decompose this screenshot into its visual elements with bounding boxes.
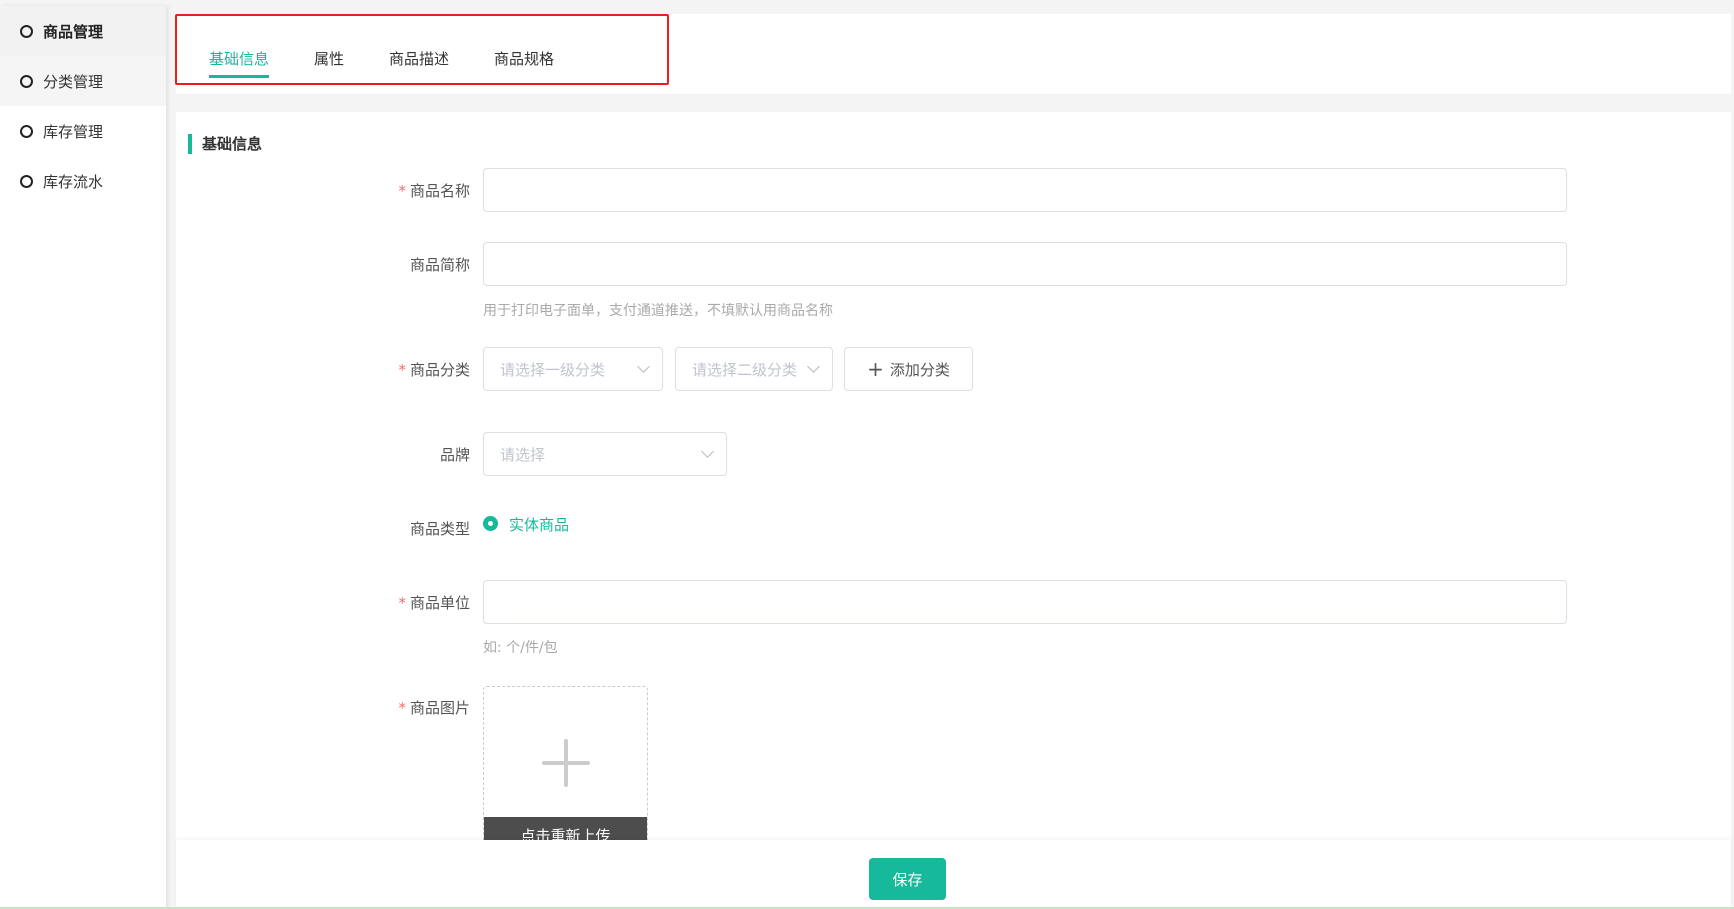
- circle-icon: [20, 174, 33, 188]
- category-level1-select[interactable]: 请选择一级分类: [483, 347, 663, 391]
- add-category-button[interactable]: + 添加分类: [844, 347, 973, 391]
- plus-icon: +: [867, 357, 884, 381]
- radio-physical-product[interactable]: [483, 516, 498, 531]
- category-label: * 商品分类: [398, 361, 470, 379]
- section-title: 基础信息: [188, 134, 262, 154]
- chevron-down-icon: [807, 360, 820, 373]
- form-card: [176, 112, 1731, 909]
- unit-hint: 如: 个/件/包: [483, 640, 558, 656]
- brand-select[interactable]: 请选择: [483, 432, 727, 476]
- radio-physical-product-label[interactable]: 实体商品: [509, 514, 569, 535]
- circle-icon: [20, 124, 33, 138]
- unit-label: * 商品单位: [398, 594, 470, 612]
- save-button[interactable]: 保存: [869, 858, 946, 900]
- short-name-hint: 用于打印电子面单，支付通道推送，不填默认用商品名称: [483, 303, 833, 319]
- circle-icon: [20, 74, 33, 88]
- image-label: * 商品图片: [398, 699, 470, 717]
- category-level2-select[interactable]: 请选择二级分类: [675, 347, 833, 391]
- name-label: * 商品名称: [398, 182, 470, 200]
- tab-specs[interactable]: 商品规格: [494, 48, 554, 69]
- short-name-label: 商品简称: [409, 256, 470, 274]
- tab-basic-info[interactable]: 基础信息: [209, 48, 270, 78]
- type-label: 商品类型: [409, 520, 470, 538]
- chevron-down-icon: [637, 360, 650, 373]
- chevron-down-icon: [701, 445, 714, 458]
- short-name-input[interactable]: [483, 242, 1567, 286]
- brand-label: 品牌: [439, 446, 470, 464]
- sidebar-item-category-management[interactable]: 分类管理: [0, 56, 166, 106]
- name-input[interactable]: [483, 168, 1567, 212]
- image-upload[interactable]: 点击重新上传: [483, 686, 648, 846]
- circle-icon: [20, 24, 33, 38]
- sidebar: 商品管理 分类管理 库存管理 库存流水: [0, 6, 166, 909]
- unit-input[interactable]: [483, 580, 1567, 624]
- sidebar-item-inventory-management[interactable]: 库存管理: [0, 106, 166, 156]
- footer-bar: [176, 840, 1731, 907]
- tab-description[interactable]: 商品描述: [389, 48, 449, 69]
- tab-attributes[interactable]: 属性: [314, 48, 344, 69]
- sidebar-item-inventory-flow[interactable]: 库存流水: [0, 156, 166, 206]
- sidebar-item-product-management[interactable]: 商品管理: [0, 6, 166, 56]
